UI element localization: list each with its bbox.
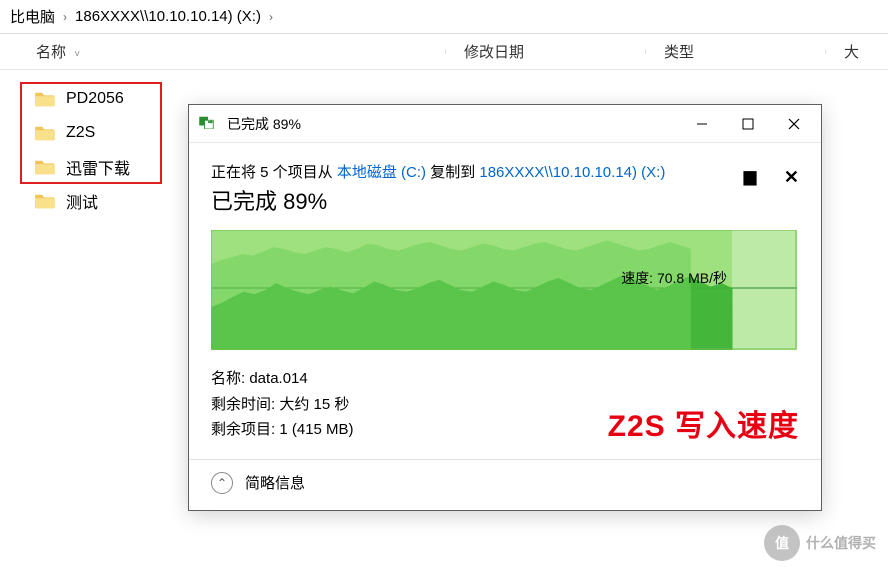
breadcrumb[interactable]: 比电脑 › 186XXXX\\10.10.10.14) (X:) › (0, 0, 888, 34)
copy-description: 正在将 5 个项目从 本地磁盘 (C:) 复制到 186XXXX\\10.10.… (211, 161, 799, 182)
cancel-button[interactable]: ✕ (784, 167, 799, 188)
breadcrumb-item[interactable]: 186XXXX\\10.10.10.14) (X:) (75, 8, 261, 25)
copy-dialog: 已完成 89% 正在将 5 个项目从 本地磁盘 (C:) 复制到 186XXXX… (188, 104, 822, 511)
column-headers: 名称 ˅ 修改日期 类型 大 (0, 34, 888, 70)
titlebar-title: 已完成 89% (227, 114, 679, 134)
minimize-button[interactable] (679, 109, 725, 139)
maximize-button[interactable] (725, 109, 771, 139)
watermark-badge: 值 什么值得买 (764, 525, 876, 561)
copy-prefix: 正在将 5 个项目从 (211, 164, 337, 181)
titlebar[interactable]: 已完成 89% (189, 105, 821, 143)
close-button[interactable] (771, 109, 817, 139)
column-label: 大 (844, 44, 859, 61)
column-label: 类型 (664, 44, 694, 61)
badge-text: 什么值得买 (806, 533, 876, 553)
column-size[interactable]: 大 (826, 41, 886, 62)
column-name[interactable]: 名称 ˅ (0, 41, 446, 62)
pause-button[interactable]: ▮▮ (742, 167, 754, 188)
chevron-right-icon: › (269, 10, 273, 24)
dialog-footer[interactable]: ⌃ 简略信息 (189, 459, 821, 510)
file-name: 测试 (66, 189, 98, 213)
badge-circle: 值 (764, 525, 800, 561)
copy-mid: 复制到 (426, 164, 479, 181)
speed-label: 速度: 70.8 MB/秒 (621, 268, 727, 288)
dialog-body: 正在将 5 个项目从 本地磁盘 (C:) 复制到 186XXXX\\10.10.… (189, 143, 821, 459)
selection-box (20, 82, 162, 184)
annotation-text: Z2S 写入速度 (608, 401, 799, 445)
column-date[interactable]: 修改日期 (446, 41, 646, 62)
progress-text: 已完成 89% (211, 184, 799, 216)
breadcrumb-item[interactable]: 比电脑 (10, 6, 55, 27)
column-label: 修改日期 (464, 44, 524, 61)
chevron-up-icon[interactable]: ⌃ (211, 472, 233, 494)
info-name: 名称: data.014 (211, 366, 799, 392)
column-label: 名称 (36, 44, 66, 61)
column-type[interactable]: 类型 (646, 41, 826, 62)
copy-progress-icon (199, 115, 217, 132)
speed-chart: 速度: 70.8 MB/秒 (211, 230, 799, 350)
footer-label: 简略信息 (245, 472, 305, 493)
sort-indicator-icon: ˅ (74, 49, 80, 60)
dest-link[interactable]: 186XXXX\\10.10.10.14) (X:) (479, 164, 665, 181)
folder-icon (34, 192, 56, 210)
source-link[interactable]: 本地磁盘 (C:) (337, 164, 426, 181)
chevron-right-icon: › (63, 10, 67, 24)
